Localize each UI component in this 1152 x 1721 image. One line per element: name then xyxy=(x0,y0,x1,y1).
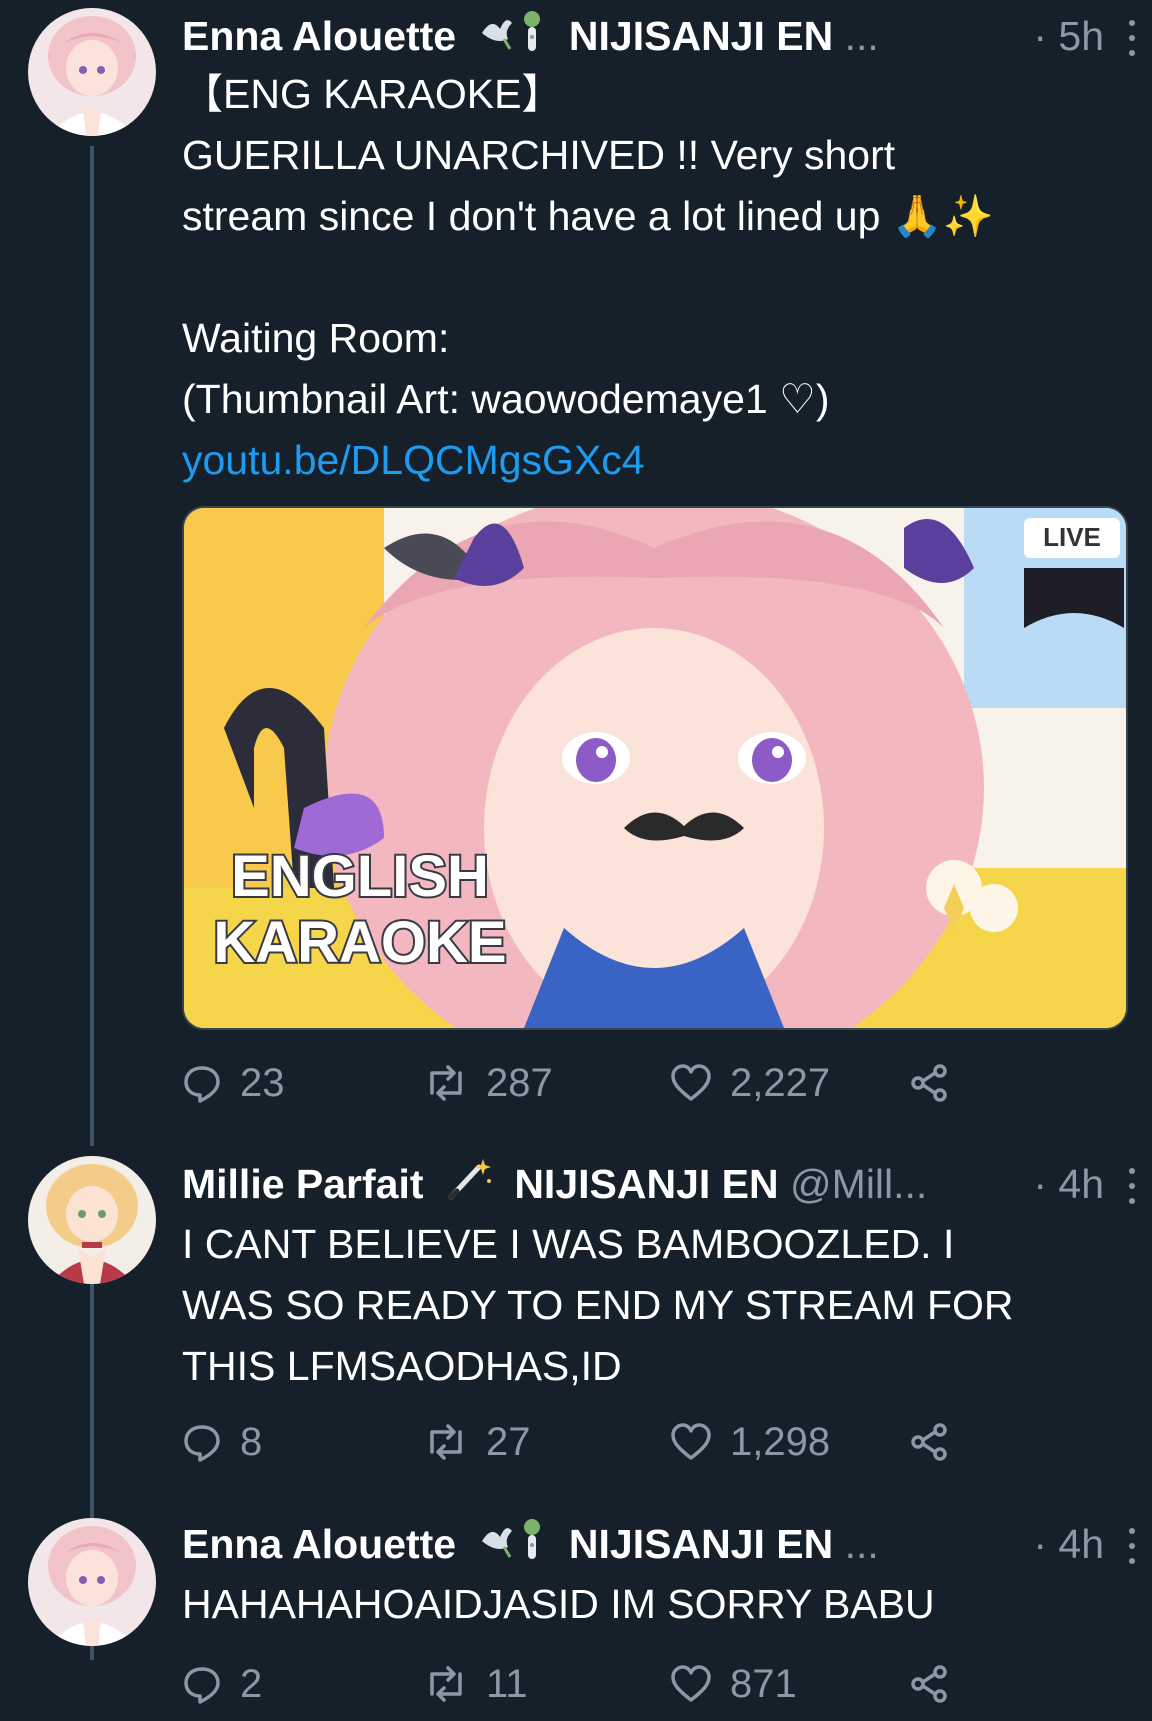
tweet-actions: 2 11 871 xyxy=(182,1658,962,1710)
tweet-text: 【ENG KARAOKE】 GUERILLA UNARCHIVED !! Ver… xyxy=(182,64,1092,491)
like-button[interactable]: 2,227 xyxy=(670,1057,830,1109)
tweet-line: 【ENG KARAOKE】 xyxy=(182,71,563,117)
tweet-actions: 8 27 1,298 xyxy=(182,1416,962,1468)
retweet-button[interactable]: 287 xyxy=(424,1057,553,1109)
tweet-line: Waiting Room: xyxy=(182,315,450,361)
timestamp[interactable]: · 4h xyxy=(1033,1152,1104,1216)
display-name[interactable]: Enna Alouette xyxy=(182,13,456,59)
tweet-line: stream since I don't have a lot lined up… xyxy=(182,193,994,239)
retweet-icon xyxy=(430,1424,462,1460)
tweet-line: GUERILLA UNARCHIVED !! Very short xyxy=(182,132,896,178)
wand-emoji-icon xyxy=(445,1155,493,1219)
tweet-line: (Thumbnail Art: waowodemaye1 ♡) xyxy=(182,376,830,422)
name-emoji-icons xyxy=(478,1515,548,1579)
share-icon xyxy=(911,1423,947,1461)
tweet-header: Enna Alouette NIJISANJI EN ... xyxy=(182,1512,1112,1576)
timestamp[interactable]: · 5h xyxy=(1033,4,1104,68)
more-dots-icon[interactable] xyxy=(1112,1168,1152,1204)
timestamp[interactable]: · 4h xyxy=(1033,1512,1104,1576)
avatar-enna[interactable] xyxy=(28,8,156,136)
handle: ... xyxy=(844,13,879,59)
tweet-text: HAHAHAHOAIDJASID IM SORRY BABU xyxy=(182,1574,1092,1635)
share-icon xyxy=(911,1064,947,1102)
heart-icon xyxy=(671,1665,711,1702)
thumbnail-title-line-1: ENGLISH xyxy=(231,844,489,909)
tweet-header: Enna Alouette NIJISANJI EN ... xyxy=(182,4,1112,68)
reply-icon xyxy=(184,1425,220,1462)
retweet-count: 11 xyxy=(486,1661,528,1706)
reply-button[interactable]: 23 xyxy=(182,1057,285,1109)
reply-icon xyxy=(184,1066,220,1103)
stream-thumbnail[interactable]: LIVE ENGLISH KARAOKE xyxy=(182,506,1128,1030)
avatar-enna[interactable] xyxy=(28,1518,156,1646)
heart-icon xyxy=(671,1423,711,1460)
like-count: 1,298 xyxy=(730,1419,831,1464)
retweet-icon xyxy=(430,1666,462,1702)
retweet-icon xyxy=(430,1065,462,1101)
org-label: NIJISANJI EN xyxy=(514,1161,779,1207)
like-count: 2,227 xyxy=(730,1060,831,1105)
heart-icon xyxy=(671,1064,711,1101)
like-button[interactable]: 1,298 xyxy=(670,1416,830,1468)
tweet-line: WAS SO READY TO END MY STREAM FOR xyxy=(182,1282,1014,1328)
tweet-millie[interactable]: Millie Parfait NIJISANJI EN @Mill... · 4… xyxy=(0,1150,1152,1660)
like-count: 871 xyxy=(730,1661,797,1706)
tweet-link[interactable]: youtu.be/DLQCMgsGXc4 xyxy=(182,430,1092,491)
retweet-button[interactable]: 11 xyxy=(424,1658,528,1710)
thread-line xyxy=(90,146,94,1146)
tweet-actions: 23 287 2,227 xyxy=(182,1057,962,1109)
retweet-button[interactable]: 27 xyxy=(424,1416,531,1468)
more-dots-icon[interactable] xyxy=(1112,1528,1152,1564)
display-name[interactable]: Enna Alouette xyxy=(182,1521,456,1567)
reply-button[interactable]: 2 xyxy=(182,1658,262,1710)
tweet-enna-2[interactable]: Enna Alouette NIJISANJI EN ... · 4h HAHA… xyxy=(0,1510,1152,1721)
handle: ... xyxy=(844,1521,879,1567)
tweet-line: HAHAHAHOAIDJASID IM SORRY BABU xyxy=(182,1581,935,1627)
tweet-line: THIS LFMSAODHAS,ID xyxy=(182,1343,622,1389)
reply-count: 8 xyxy=(240,1419,263,1464)
tweet-line: I CANT BELIEVE I WAS BAMBOOZLED. I xyxy=(182,1221,955,1267)
avatar-millie[interactable] xyxy=(28,1156,156,1284)
tweet-header: Millie Parfait NIJISANJI EN @Mill... xyxy=(182,1152,1112,1216)
org-label: NIJISANJI EN xyxy=(568,1521,834,1567)
tweet-line-empty xyxy=(182,247,1092,308)
org-label: NIJISANJI EN xyxy=(568,13,834,59)
tweet-text: I CANT BELIEVE I WAS BAMBOOZLED. I WAS S… xyxy=(182,1214,1092,1397)
share-button[interactable] xyxy=(910,1057,968,1109)
share-button[interactable] xyxy=(910,1416,968,1468)
reply-button[interactable]: 8 xyxy=(182,1416,262,1468)
more-dots-icon[interactable] xyxy=(1112,20,1152,56)
like-button[interactable]: 871 xyxy=(670,1658,797,1710)
live-badge: LIVE xyxy=(1043,522,1101,552)
thumbnail-title-line-2: KARAOKE xyxy=(213,910,506,975)
name-emoji-icons xyxy=(478,7,548,71)
display-name[interactable]: Millie Parfait xyxy=(182,1161,424,1207)
retweet-count: 287 xyxy=(486,1060,553,1105)
reply-count: 2 xyxy=(240,1661,263,1706)
share-icon xyxy=(911,1665,947,1703)
reply-count: 23 xyxy=(240,1060,285,1105)
handle: @Mill... xyxy=(790,1161,928,1207)
tweet-enna-1[interactable]: Enna Alouette NIJISANJI EN ... · 5h 【ENG… xyxy=(0,0,1152,1150)
share-button[interactable] xyxy=(910,1658,968,1710)
retweet-count: 27 xyxy=(486,1419,531,1464)
reply-icon xyxy=(184,1667,220,1704)
